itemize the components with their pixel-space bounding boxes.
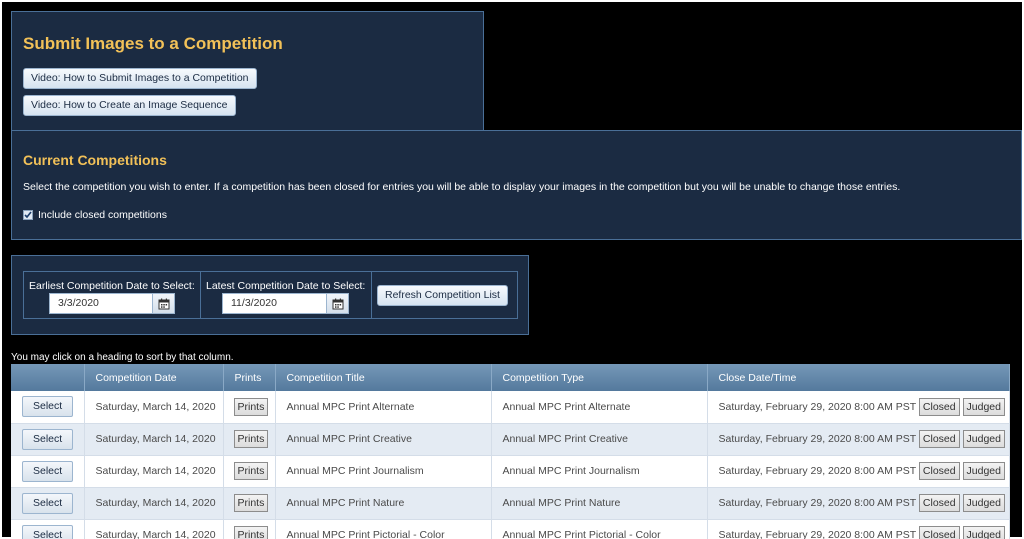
earliest-date-picker-button[interactable] (152, 294, 174, 313)
earliest-date-cell: Earliest Competition Date to Select: 3/3… (24, 272, 201, 318)
header-competition-date[interactable]: Competition Date (84, 364, 224, 391)
competition-type-cell: Annual MPC Print Pictorial - Color (491, 519, 708, 539)
include-closed-checkbox[interactable] (23, 210, 33, 220)
prints-button[interactable]: Prints (233, 397, 269, 416)
competition-type-cell: Annual MPC Print Alternate (491, 391, 708, 424)
competition-date-cell: Saturday, March 14, 2020 (84, 455, 224, 488)
video-submit-images-button[interactable]: Video: How to Submit Images to a Competi… (23, 68, 257, 89)
include-closed-label: Include closed competitions (38, 209, 167, 221)
competition-date-cell: Saturday, March 14, 2020 (84, 391, 224, 424)
current-competitions-description: Select the competition you wish to enter… (23, 181, 901, 193)
closed-status-button[interactable]: Closed (918, 526, 960, 539)
select-button[interactable]: Select (22, 492, 74, 514)
earliest-date-label: Earliest Competition Date to Select: (29, 280, 195, 292)
latest-date-picker-button[interactable] (326, 294, 348, 313)
select-button[interactable]: Select (22, 396, 74, 418)
calendar-icon (158, 298, 169, 309)
competition-title-cell: Annual MPC Print Creative (275, 423, 492, 456)
competition-date-cell: Saturday, March 14, 2020 (84, 423, 224, 456)
judged-status-button[interactable]: Judged (962, 494, 1005, 512)
select-button[interactable]: Select (22, 524, 74, 539)
close-date-cell: Saturday, February 29, 2020 8:00 AM PST … (707, 487, 1010, 520)
competition-title-cell: Annual MPC Print Journalism (275, 455, 492, 488)
select-button[interactable]: Select (22, 460, 74, 482)
latest-date-value: 11/3/2020 (231, 297, 277, 309)
prints-button[interactable]: Prints (233, 526, 269, 539)
earliest-date-input[interactable]: 3/3/2020 (49, 293, 175, 314)
latest-date-cell: Latest Competition Date to Select: 11/3/… (201, 272, 372, 318)
include-closed-row[interactable]: Include closed competitions (23, 209, 167, 221)
closed-status-button[interactable]: Closed (918, 494, 960, 512)
select-button[interactable]: Select (22, 428, 74, 450)
calendar-icon (332, 298, 343, 309)
close-date-text: Saturday, February 29, 2020 8:00 AM PST (718, 529, 916, 539)
judged-status-button[interactable]: Judged (962, 430, 1005, 448)
submit-images-title: Submit Images to a Competition (23, 34, 283, 53)
competition-title-cell: Annual MPC Print Pictorial - Color (275, 519, 492, 539)
header-prints[interactable]: Prints (223, 364, 276, 391)
close-date-text: Saturday, February 29, 2020 8:00 AM PST (718, 433, 916, 445)
table-row: Select Saturday, March 14, 2020 Prints A… (11, 391, 1010, 424)
competition-date-cell: Saturday, March 14, 2020 (84, 519, 224, 539)
close-date-text: Saturday, February 29, 2020 8:00 AM PST (718, 497, 916, 509)
refresh-competition-list-button[interactable]: Refresh Competition List (377, 285, 508, 306)
earliest-date-value: 3/3/2020 (58, 297, 99, 309)
video-image-sequence-button[interactable]: Video: How to Create an Image Sequence (23, 95, 236, 116)
judged-status-button[interactable]: Judged (962, 526, 1005, 539)
date-filter-panel: Earliest Competition Date to Select: 3/3… (11, 255, 529, 335)
judged-status-button[interactable]: Judged (962, 397, 1005, 416)
table-row: Select Saturday, March 14, 2020 Prints A… (11, 423, 1010, 456)
latest-date-input[interactable]: 11/3/2020 (222, 293, 349, 314)
closed-status-button[interactable]: Closed (918, 462, 960, 480)
prints-button[interactable]: Prints (233, 494, 269, 512)
close-date-text: Saturday, February 29, 2020 8:00 AM PST (718, 465, 916, 477)
competition-title-cell: Annual MPC Print Nature (275, 487, 492, 520)
current-competitions-panel: Current Competitions Select the competit… (11, 130, 1022, 240)
prints-button[interactable]: Prints (233, 462, 269, 480)
close-date-cell: Saturday, February 29, 2020 8:00 AM PST … (707, 423, 1010, 456)
close-date-text: Saturday, February 29, 2020 8:00 AM PST (718, 400, 916, 413)
competition-type-cell: Annual MPC Print Journalism (491, 455, 708, 488)
table-row: Select Saturday, March 14, 2020 Prints A… (11, 519, 1010, 539)
prints-button[interactable]: Prints (233, 430, 269, 448)
current-competitions-title: Current Competitions (23, 152, 167, 168)
competition-title-cell: Annual MPC Print Alternate (275, 391, 492, 424)
checkmark-icon (24, 211, 32, 219)
close-date-cell: Saturday, February 29, 2020 8:00 AM PST … (707, 391, 1010, 424)
date-filter-group: Earliest Competition Date to Select: 3/3… (23, 271, 518, 319)
header-competition-title[interactable]: Competition Title (275, 364, 492, 391)
closed-status-button[interactable]: Closed (918, 430, 960, 448)
refresh-cell: Refresh Competition List (372, 272, 517, 318)
close-date-cell: Saturday, February 29, 2020 8:00 AM PST … (707, 455, 1010, 488)
submit-images-panel: Submit Images to a Competition Video: Ho… (11, 11, 484, 131)
competition-type-cell: Annual MPC Print Nature (491, 487, 708, 520)
header-competition-type[interactable]: Competition Type (491, 364, 708, 391)
table-row: Select Saturday, March 14, 2020 Prints A… (11, 455, 1010, 488)
competition-type-cell: Annual MPC Print Creative (491, 423, 708, 456)
competitions-table: Competition Date Prints Competition Titl… (11, 364, 1010, 539)
close-date-cell: Saturday, February 29, 2020 8:00 AM PST … (707, 519, 1010, 539)
closed-status-button[interactable]: Closed (918, 397, 960, 416)
table-header-row: Competition Date Prints Competition Titl… (11, 364, 1010, 391)
table-row: Select Saturday, March 14, 2020 Prints A… (11, 487, 1010, 520)
header-select (11, 364, 85, 391)
header-close-date[interactable]: Close Date/Time (707, 364, 1010, 391)
judged-status-button[interactable]: Judged (962, 462, 1005, 480)
sort-hint: You may click on a heading to sort by th… (11, 352, 234, 363)
competition-date-cell: Saturday, March 14, 2020 (84, 487, 224, 520)
latest-date-label: Latest Competition Date to Select: (206, 280, 366, 292)
